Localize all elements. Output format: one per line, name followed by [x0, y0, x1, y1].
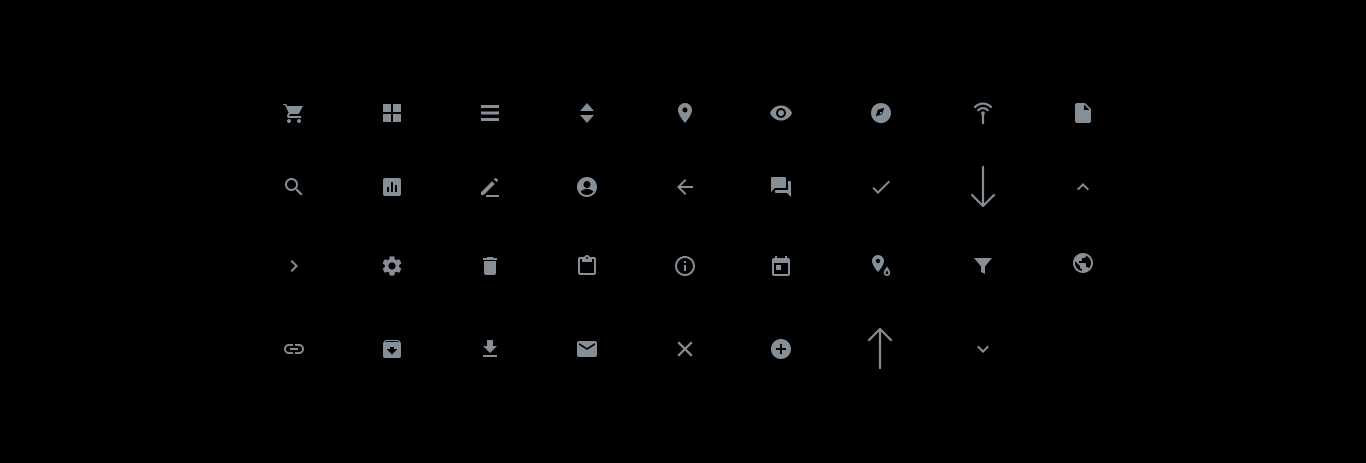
- link-icon[interactable]: [277, 332, 311, 366]
- chat-icon[interactable]: [764, 170, 798, 204]
- info-icon[interactable]: [668, 249, 702, 283]
- gear-icon[interactable]: [375, 249, 409, 283]
- location-drop-icon[interactable]: [864, 249, 898, 283]
- sort-icon[interactable]: [570, 96, 604, 130]
- arrow-left-icon[interactable]: [668, 170, 702, 204]
- trash-icon[interactable]: [473, 249, 507, 283]
- archive-icon[interactable]: [375, 332, 409, 366]
- filter-icon[interactable]: [966, 249, 1000, 283]
- eye-icon[interactable]: [764, 96, 798, 130]
- calendar-icon[interactable]: [764, 249, 798, 283]
- account-icon[interactable]: [570, 170, 604, 204]
- grid-icon[interactable]: [375, 96, 409, 130]
- clipboard-icon[interactable]: [570, 249, 604, 283]
- globe-icon[interactable]: [1066, 246, 1100, 280]
- chevron-up-icon[interactable]: [1066, 170, 1100, 204]
- plus-circle-icon[interactable]: [764, 332, 798, 366]
- map-pin-icon[interactable]: [668, 96, 702, 130]
- pencil-icon[interactable]: [473, 170, 507, 204]
- check-icon[interactable]: [864, 170, 898, 204]
- bar-chart-icon[interactable]: [375, 170, 409, 204]
- cart-icon[interactable]: [277, 96, 311, 130]
- wifi-signal-icon[interactable]: [966, 96, 1000, 130]
- compass-icon[interactable]: [864, 96, 898, 130]
- chevron-right-icon[interactable]: [277, 249, 311, 283]
- arrow-up-long-icon[interactable]: [860, 322, 900, 374]
- mail-icon[interactable]: [570, 332, 604, 366]
- chevron-down-icon[interactable]: [966, 332, 1000, 366]
- file-icon[interactable]: [1066, 96, 1100, 130]
- list-icon[interactable]: [473, 96, 507, 130]
- download-icon[interactable]: [473, 332, 507, 366]
- search-icon[interactable]: [277, 170, 311, 204]
- icon-gallery: [0, 0, 1366, 463]
- close-icon[interactable]: [668, 332, 702, 366]
- arrow-down-long-icon[interactable]: [963, 161, 1003, 213]
